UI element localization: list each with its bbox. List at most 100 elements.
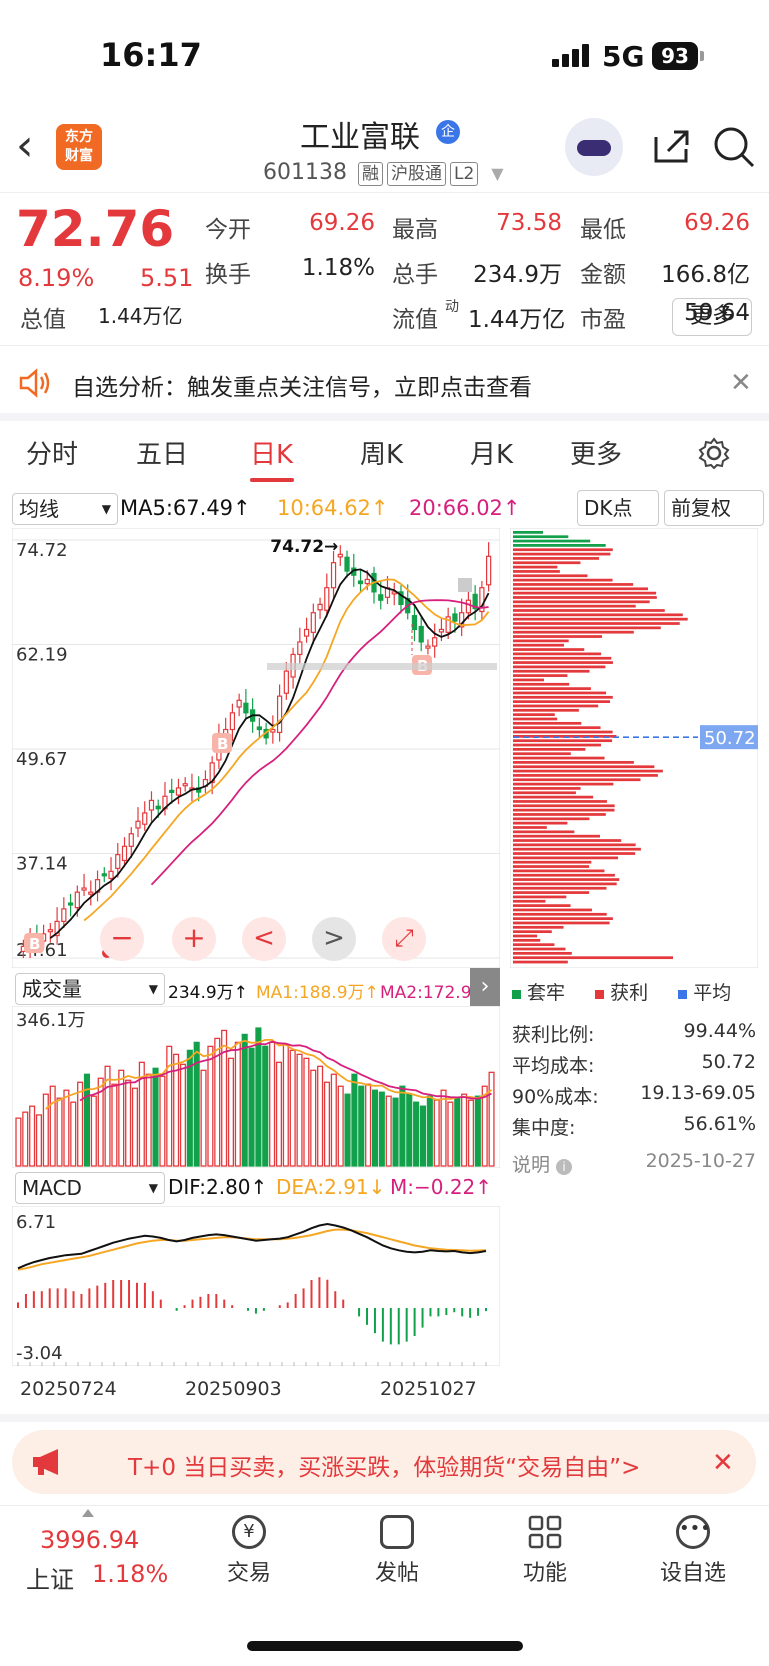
- share-icon[interactable]: [650, 125, 692, 167]
- candle-body: [452, 613, 458, 622]
- chip-bar: [513, 834, 600, 838]
- macd-indicator-select[interactable]: MACD ▼: [15, 1172, 165, 1204]
- tag-connect: 沪股通: [386, 162, 446, 186]
- candle-body: [432, 637, 438, 647]
- megaphone-icon: [33, 1449, 58, 1475]
- chip-bar: [513, 860, 592, 864]
- zoom-out-button[interactable]: −: [100, 917, 144, 961]
- stat-label: 总手: [392, 262, 438, 288]
- back-icon[interactable]: ‹: [16, 120, 34, 171]
- candle-body: [364, 578, 370, 585]
- avg-cost-label: 50.72: [704, 728, 756, 749]
- chip-stat-value: 99.44%: [683, 1020, 756, 1042]
- chip-bar: [513, 630, 634, 634]
- robot-avatar-icon[interactable]: [565, 118, 623, 176]
- volume-max-label: 346.1万: [16, 1010, 86, 1031]
- nav-post[interactable]: 发帖: [352, 1515, 442, 1587]
- alert-close-icon[interactable]: ✕: [730, 368, 752, 398]
- chip-note-link[interactable]: 说明 i: [512, 1150, 573, 1177]
- chip-bar: [513, 873, 615, 877]
- kline-chart[interactable]: 74.7262.1949.6737.1424.6174.72→BBB: [12, 528, 500, 968]
- network-label: 5G: [602, 40, 645, 73]
- chip-bar: [513, 960, 568, 964]
- candle-body: [357, 580, 364, 585]
- index-expand-caret[interactable]: [82, 1509, 94, 1517]
- tab-2[interactable]: 日K: [250, 434, 293, 471]
- ma5-value: MA5:67.49↑: [120, 496, 251, 520]
- volume-bar: [282, 1043, 289, 1167]
- index-pct[interactable]: 1.18%: [92, 1560, 168, 1588]
- pan-left-button[interactable]: <: [242, 917, 286, 961]
- nav-functions[interactable]: 功能: [500, 1515, 590, 1587]
- indicator-select[interactable]: 均线 ▼: [12, 493, 118, 525]
- support-band: [267, 663, 497, 670]
- candle-body: [142, 812, 148, 825]
- chip-bar: [513, 908, 592, 912]
- pan-right-button[interactable]: >: [312, 917, 356, 961]
- tab-0[interactable]: 分时: [26, 434, 78, 471]
- alert-text[interactable]: 自选分析：触发重点关注信号，立即点击查看: [72, 368, 532, 402]
- candle-body: [303, 628, 310, 637]
- chip-bar: [513, 943, 555, 947]
- volume-bar: [255, 1027, 262, 1167]
- y-tick-label: 62.19: [16, 645, 68, 666]
- candle-body: [47, 929, 53, 933]
- settings-gear-icon[interactable]: [697, 436, 731, 470]
- x-date-label: 20251027: [380, 1378, 477, 1400]
- chip-stat-label: 平均成本:: [512, 1055, 595, 1077]
- stat-value: 1.44万亿: [468, 307, 566, 333]
- volume-bar: [358, 1085, 365, 1167]
- more-button[interactable]: 更多: [672, 298, 752, 336]
- chip-bar: [513, 765, 655, 769]
- volume-bar: [399, 1085, 406, 1167]
- expand-chart-button[interactable]: ⤢: [382, 917, 426, 961]
- promo-text[interactable]: T+0 当日买卖，买涨买跌，体验期货“交易自由”>: [128, 1448, 640, 1482]
- volume-bar: [461, 1093, 468, 1167]
- volume-bar: [227, 1057, 235, 1167]
- battery-icon: 93: [652, 42, 698, 70]
- stat-value: 234.9万: [473, 262, 562, 288]
- chip-bar: [513, 665, 606, 669]
- trade-icon: ¥: [232, 1515, 266, 1549]
- volume-bar: [63, 1089, 70, 1167]
- volume-ma1: MA1:188.9万↑: [256, 983, 379, 1003]
- chip-bar: [513, 808, 615, 812]
- chip-bar: [513, 548, 613, 552]
- index-value[interactable]: 3996.94: [40, 1526, 139, 1554]
- nav-trade[interactable]: ¥ 交易: [204, 1515, 294, 1587]
- volume-bar: [35, 1114, 43, 1167]
- tab-4[interactable]: 月K: [470, 434, 513, 471]
- volume-indicator-select[interactable]: 成交量 ▼: [15, 973, 165, 1005]
- promo-close-icon[interactable]: ✕: [712, 1448, 734, 1478]
- search-icon[interactable]: [712, 125, 756, 169]
- candle-body: [297, 641, 303, 656]
- zoom-in-button[interactable]: +: [172, 917, 216, 961]
- adjust-button[interactable]: 前复权: [664, 490, 764, 526]
- volume-expand-icon[interactable]: ›: [470, 968, 500, 1006]
- volume-bar: [385, 1095, 392, 1167]
- volume-bar: [337, 1085, 344, 1167]
- macd-chart[interactable]: 6.71 -3.04: [12, 1206, 500, 1366]
- chip-stat-value: 56.61%: [683, 1113, 756, 1135]
- chip-bar: [513, 761, 634, 764]
- volume-bar: [131, 1087, 139, 1167]
- volume-bar: [22, 1111, 29, 1167]
- nav-add-watchlist[interactable]: ••• 设自选: [648, 1515, 738, 1587]
- speaker-icon: [19, 368, 50, 398]
- volume-chart[interactable]: 346.1万: [12, 1006, 500, 1168]
- tab-1[interactable]: 五日: [136, 434, 188, 471]
- chip-bar: [513, 544, 606, 547]
- chip-bar: [513, 882, 617, 886]
- buy-marker-label: B: [29, 935, 40, 953]
- dk-point-button[interactable]: DK点: [577, 490, 659, 526]
- chip-bar: [513, 852, 636, 855]
- candle-body: [128, 833, 134, 847]
- candle-body: [175, 787, 182, 796]
- candle-body: [378, 594, 384, 601]
- candle-body: [425, 645, 431, 649]
- tab-5[interactable]: 更多: [570, 434, 622, 471]
- index-name[interactable]: 上证: [26, 1560, 74, 1595]
- chip-bar: [513, 613, 683, 617]
- stock-code-row[interactable]: 601138 融沪股通 L2 ▼: [263, 160, 504, 186]
- tab-3[interactable]: 周K: [360, 434, 403, 471]
